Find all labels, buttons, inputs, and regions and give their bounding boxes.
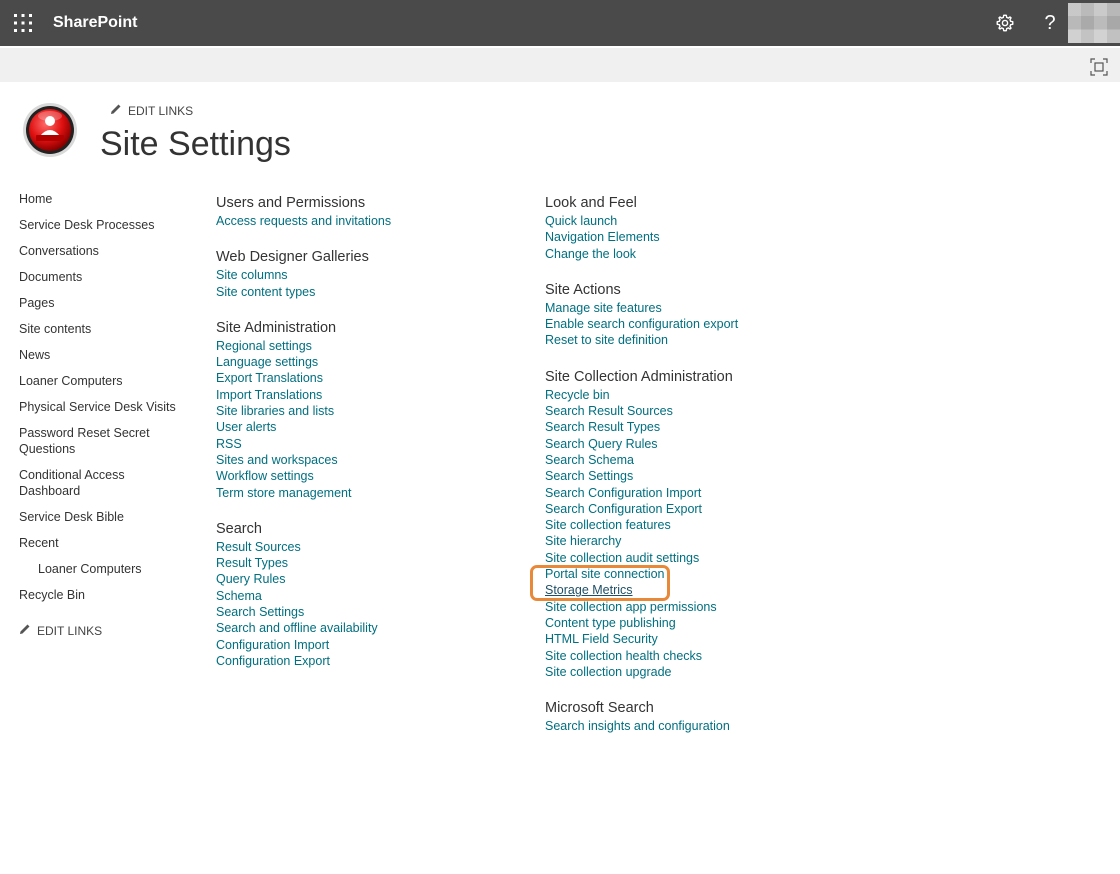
link-navigation-elements[interactable]: Navigation Elements [545,229,865,245]
link-reset-to-site-definition[interactable]: Reset to site definition [545,332,865,348]
nav-item-recent-loaner-computers[interactable]: Loaner Computers [19,561,189,577]
link-term-store-management[interactable]: Term store management [216,485,516,501]
highlighted-link-wrapper: Storage Metrics [530,565,865,602]
link-workflow-settings[interactable]: Workflow settings [216,468,516,484]
link-search-offline-availability[interactable]: Search and offline availability [216,620,516,636]
settings-column-1: Users and Permissions Access requests an… [216,194,516,688]
link-site-collection-health-checks[interactable]: Site collection health checks [545,648,865,664]
app-name[interactable]: SharePoint [53,13,137,33]
link-search-configuration-export[interactable]: Search Configuration Export [545,501,865,517]
pencil-icon [19,623,31,639]
section-look-and-feel: Look and Feel Quick launch Navigation El… [545,194,865,262]
help-icon[interactable]: ? [1040,11,1060,35]
nav-item-documents[interactable]: Documents [19,269,189,285]
link-site-collection-features[interactable]: Site collection features [545,517,865,533]
command-bar [0,48,1120,82]
link-storage-metrics[interactable]: Storage Metrics [545,582,865,598]
link-search-result-types[interactable]: Search Result Types [545,419,865,435]
link-quick-launch[interactable]: Quick launch [545,213,865,229]
link-access-requests[interactable]: Access requests and invitations [216,213,516,229]
left-nav: Home Service Desk Processes Conversation… [19,191,189,639]
link-import-translations[interactable]: Import Translations [216,387,516,403]
nav-item-home[interactable]: Home [19,191,189,207]
section-site-administration: Site Administration Regional settings La… [216,319,516,501]
link-search-insights[interactable]: Search insights and configuration [545,718,865,734]
link-search-settings[interactable]: Search Settings [216,604,516,620]
nav-item-conditional-access-dashboard[interactable]: Conditional Access Dashboard [19,467,189,499]
page-title: Site Settings [100,125,291,163]
nav-item-news[interactable]: News [19,347,189,363]
gear-icon[interactable] [995,13,1015,33]
link-result-types[interactable]: Result Types [216,555,516,571]
section-search: Search Result Sources Result Types Query… [216,520,516,669]
section-title: Look and Feel [545,195,637,211]
waffle-icon[interactable] [13,13,33,33]
nav-item-conversations[interactable]: Conversations [19,243,189,259]
edit-links-label: EDIT LINKS [37,624,103,638]
section-site-actions: Site Actions Manage site features Enable… [545,281,865,349]
link-user-alerts[interactable]: User alerts [216,419,516,435]
section-site-collection-administration: Site Collection Administration Recycle b… [530,368,865,680]
section-title: Microsoft Search [545,700,654,717]
link-change-the-look[interactable]: Change the look [545,246,865,262]
link-export-translations[interactable]: Export Translations [216,370,516,386]
link-site-collection-upgrade[interactable]: Site collection upgrade [545,664,865,680]
avatar[interactable] [1068,3,1120,43]
link-enable-search-config-export[interactable]: Enable search configuration export [545,316,865,332]
link-language-settings[interactable]: Language settings [216,354,516,370]
nav-item-service-desk-processes[interactable]: Service Desk Processes [19,217,189,233]
link-configuration-import[interactable]: Configuration Import [216,637,516,653]
edit-links-label: EDIT LINKS [128,104,194,118]
link-site-collection-audit-settings[interactable]: Site collection audit settings [545,550,865,566]
link-rss[interactable]: RSS [216,436,516,452]
section-users-and-permissions: Users and Permissions Access requests an… [216,194,516,229]
section-title: Users and Permissions [216,195,366,211]
link-regional-settings[interactable]: Regional settings [216,338,516,354]
suite-bar: SharePoint ? [0,0,1120,46]
section-web-designer-galleries: Web Designer Galleries Site columns Site… [216,248,516,300]
link-manage-site-features[interactable]: Manage site features [545,300,865,316]
section-title: Site Collection Administration [545,368,733,385]
link-sc-search-settings[interactable]: Search Settings [545,468,865,484]
focus-mode-icon[interactable] [1090,58,1108,76]
link-site-libraries-and-lists[interactable]: Site libraries and lists [216,403,516,419]
link-configuration-export[interactable]: Configuration Export [216,653,516,669]
nav-item-recent[interactable]: Recent [19,535,189,551]
link-search-configuration-import[interactable]: Search Configuration Import [545,485,865,501]
nav-item-service-desk-bible[interactable]: Service Desk Bible [19,509,189,525]
link-schema[interactable]: Schema [216,588,516,604]
section-microsoft-search: Microsoft Search Search insights and con… [545,699,865,734]
nav-item-loaner-computers[interactable]: Loaner Computers [19,373,189,389]
section-title: Site Actions [545,281,621,298]
section-title: Site Administration [216,319,337,336]
nav-item-site-contents[interactable]: Site contents [19,321,189,337]
nav-item-recycle-bin[interactable]: Recycle Bin [19,587,189,603]
link-content-type-publishing[interactable]: Content type publishing [545,615,865,631]
nav-item-password-reset-secret-questions[interactable]: Password Reset Secret Questions [19,425,189,457]
edit-links-header[interactable]: EDIT LINKS [110,103,193,119]
link-search-schema[interactable]: Search Schema [545,452,865,468]
settings-column-2: Look and Feel Quick launch Navigation El… [530,194,865,753]
link-html-field-security[interactable]: HTML Field Security [545,631,865,647]
site-logo[interactable] [22,102,78,158]
edit-links-nav[interactable]: EDIT LINKS [19,623,189,639]
link-portal-site-connection[interactable]: Portal site connection [545,566,865,582]
link-site-content-types[interactable]: Site content types [216,284,516,300]
link-search-result-sources[interactable]: Search Result Sources [545,403,865,419]
link-sites-and-workspaces[interactable]: Sites and workspaces [216,452,516,468]
link-query-rules[interactable]: Query Rules [216,571,516,587]
link-recycle-bin[interactable]: Recycle bin [545,387,865,403]
nav-item-physical-service-desk-visits[interactable]: Physical Service Desk Visits [19,399,189,415]
link-site-collection-app-permissions[interactable]: Site collection app permissions [545,599,865,615]
nav-item-pages[interactable]: Pages [19,295,189,311]
section-title: Web Designer Galleries [216,249,369,266]
link-search-query-rules[interactable]: Search Query Rules [545,436,865,452]
link-site-hierarchy[interactable]: Site hierarchy [545,533,865,549]
pencil-icon [110,103,122,119]
section-title: Search [216,520,262,537]
link-result-sources[interactable]: Result Sources [216,539,516,555]
link-site-columns[interactable]: Site columns [216,267,516,283]
